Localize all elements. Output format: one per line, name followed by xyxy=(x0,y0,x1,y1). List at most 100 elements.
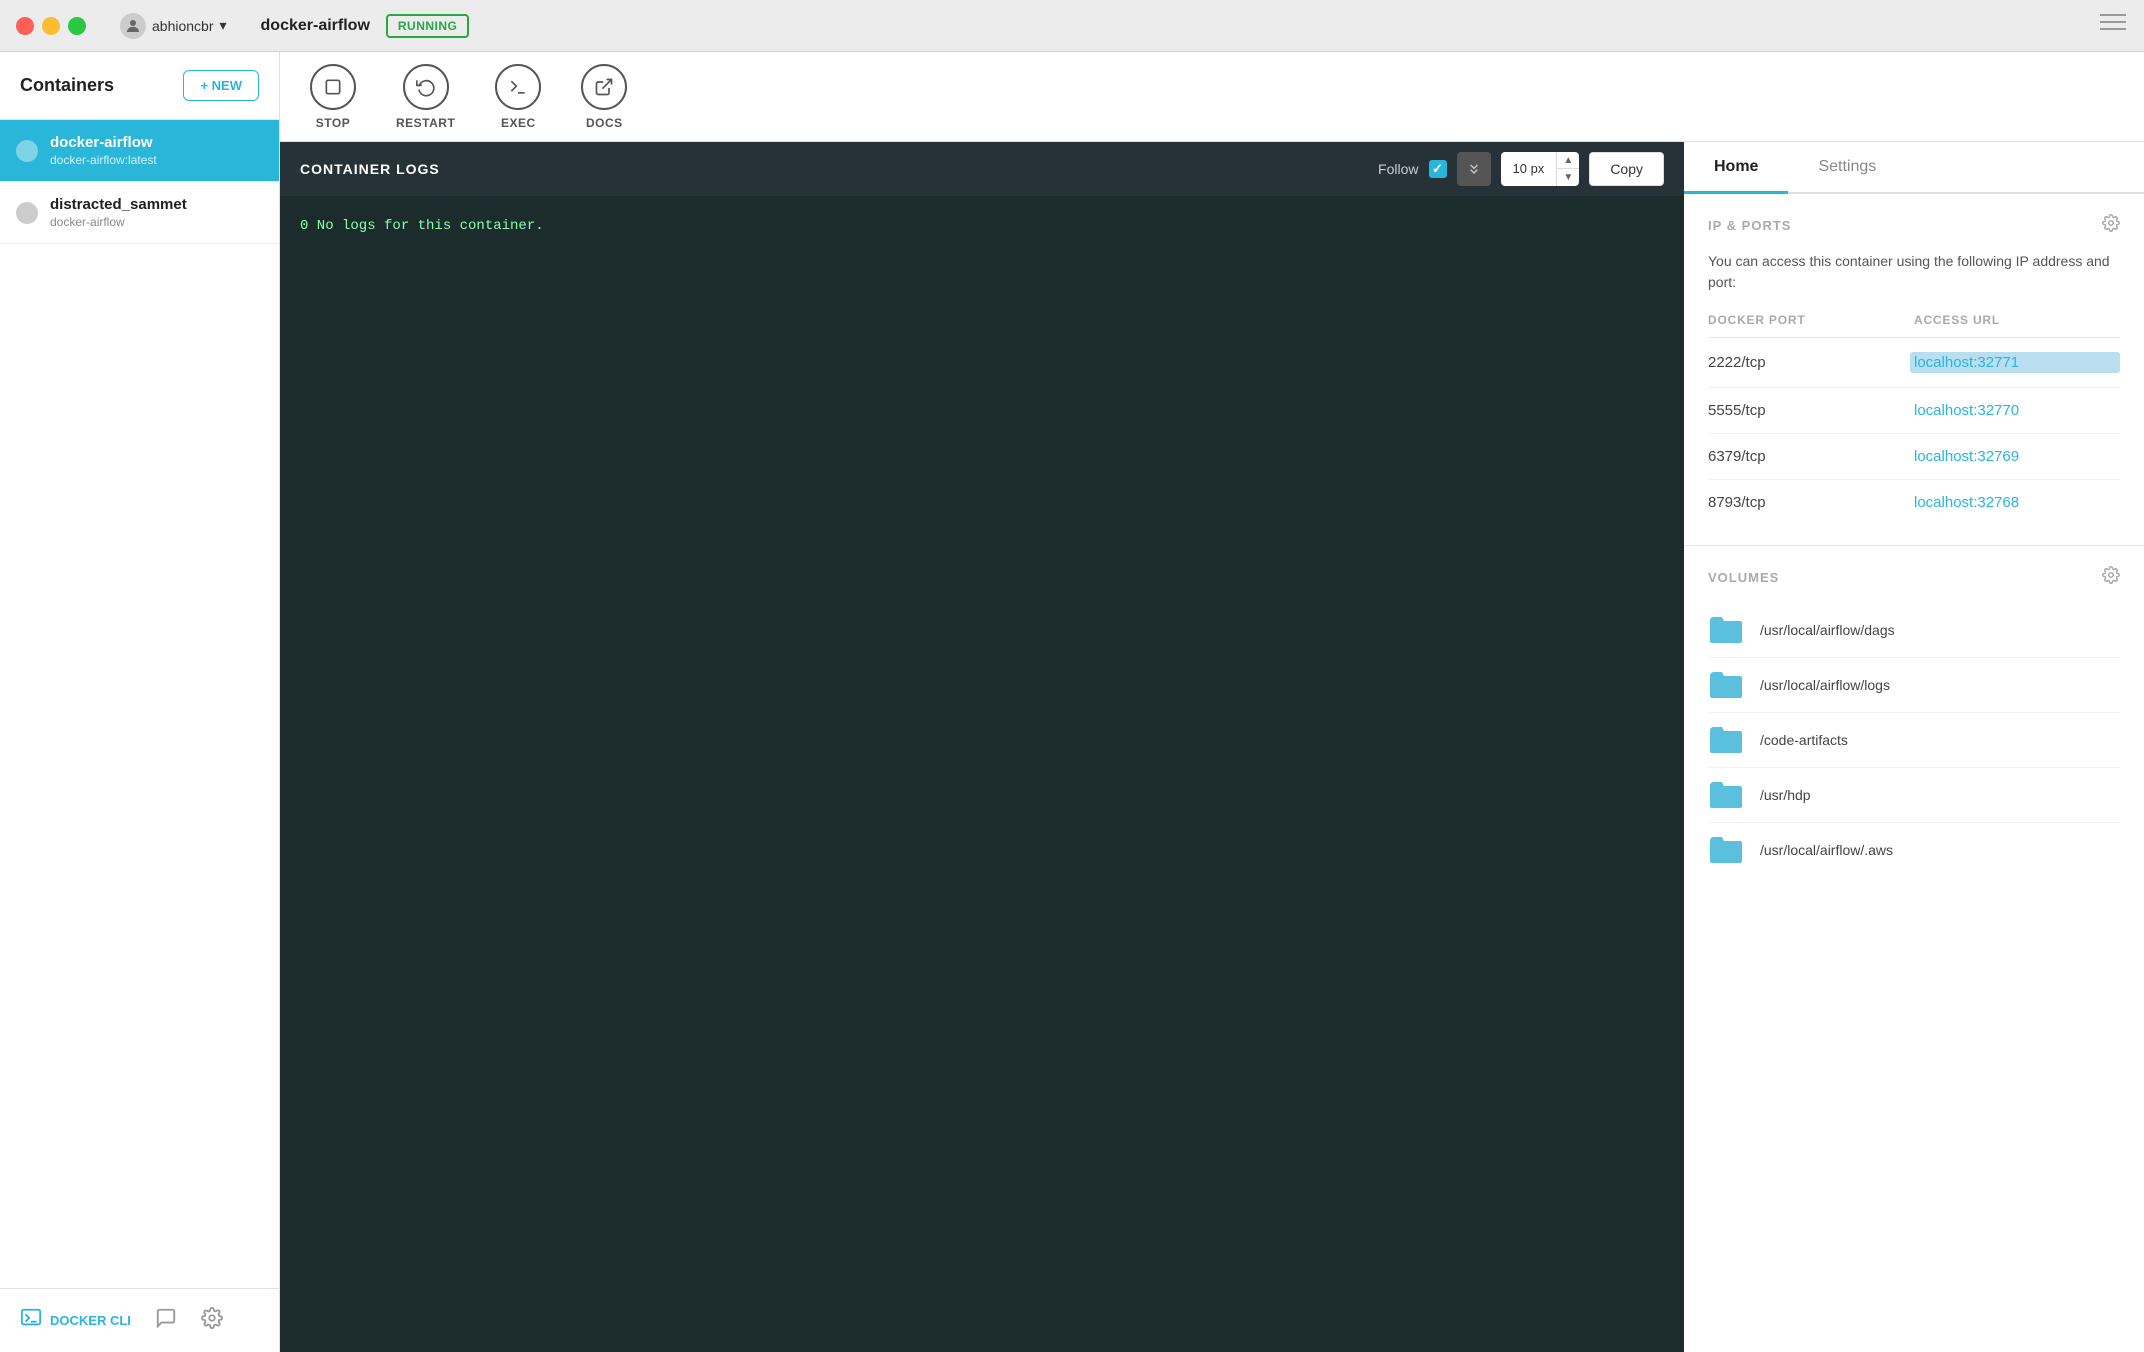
volume-path: /usr/local/airflow/dags xyxy=(1760,622,1895,638)
restart-label: RESTART xyxy=(396,116,455,130)
docs-label: DOCS xyxy=(586,116,623,130)
access-url-2222[interactable]: localhost:32771 xyxy=(1910,352,2120,373)
main-content: STOP RESTART EXEC DOCS xyxy=(280,52,2144,1352)
copy-button[interactable]: Copy xyxy=(1589,152,1664,186)
px-control[interactable]: 10 px ▲ ▼ xyxy=(1501,152,1580,186)
ip-ports-header: IP & PORTS xyxy=(1708,214,2120,237)
docker-port-6379: 6379/tcp xyxy=(1708,448,1914,465)
logs-panel: CONTAINER LOGS Follow 10 px ▲ ▼ xyxy=(280,142,1684,1352)
stop-icon xyxy=(310,64,356,110)
port-row-8793: 8793/tcp localhost:32768 xyxy=(1708,480,2120,525)
sidebar-title: Containers xyxy=(20,75,114,96)
container-image: docker-airflow:latest xyxy=(50,153,157,167)
username: abhioncbr xyxy=(152,18,214,34)
content-area: CONTAINER LOGS Follow 10 px ▲ ▼ xyxy=(280,142,2144,1352)
docker-port-8793: 8793/tcp xyxy=(1708,494,1914,511)
docker-cli-button[interactable]: DOCKER CLI xyxy=(20,1307,131,1335)
tab-home[interactable]: Home xyxy=(1684,142,1788,194)
sidebar-footer: DOCKER CLI xyxy=(0,1288,279,1352)
port-row-2222: 2222/tcp localhost:32771 xyxy=(1708,338,2120,388)
ports-header: DOCKER PORT ACCESS URL xyxy=(1708,313,2120,338)
avatar xyxy=(120,13,146,39)
ip-ports-description: You can access this container using the … xyxy=(1708,251,2120,293)
folder-icon xyxy=(1708,780,1744,810)
minimize-button[interactable] xyxy=(42,17,60,35)
docker-port-5555: 5555/tcp xyxy=(1708,402,1914,419)
folder-icon xyxy=(1708,725,1744,755)
volume-path: /usr/hdp xyxy=(1760,787,1811,803)
new-container-button[interactable]: + NEW xyxy=(183,70,259,101)
container-image: docker-airflow xyxy=(50,215,187,229)
folder-icon xyxy=(1708,670,1744,700)
tab-settings[interactable]: Settings xyxy=(1788,142,1906,194)
folder-icon xyxy=(1708,835,1744,865)
follow-checkbox[interactable] xyxy=(1429,160,1447,178)
toolbar: STOP RESTART EXEC DOCS xyxy=(280,52,2144,142)
docs-button[interactable]: DOCS xyxy=(581,64,627,130)
close-button[interactable] xyxy=(16,17,34,35)
folder-icon xyxy=(1708,615,1744,645)
logs-controls: Follow 10 px ▲ ▼ Copy xyxy=(1378,152,1664,186)
access-url-header: ACCESS URL xyxy=(1914,313,2120,327)
stop-label: STOP xyxy=(316,116,350,130)
volume-path: /usr/local/airflow/.aws xyxy=(1760,842,1893,858)
user-area[interactable]: abhioncbr ▾ xyxy=(110,9,237,43)
access-url-6379[interactable]: localhost:32769 xyxy=(1914,448,2120,465)
volumes-header: VOLUMES xyxy=(1708,566,2120,589)
px-arrows: ▲ ▼ xyxy=(1556,152,1579,186)
volumes-gear-icon[interactable] xyxy=(2102,566,2120,589)
container-item-distracted-sammet[interactable]: distracted_sammet docker-airflow xyxy=(0,182,279,244)
access-url-5555[interactable]: localhost:32770 xyxy=(1914,402,2120,419)
logs-title: CONTAINER LOGS xyxy=(300,161,440,177)
volume-item-code-artifacts[interactable]: /code-artifacts xyxy=(1708,713,2120,768)
terminal-icon xyxy=(20,1307,42,1335)
docs-icon xyxy=(581,64,627,110)
window-controls xyxy=(16,17,86,35)
px-value: 10 px xyxy=(1501,152,1557,186)
restart-button[interactable]: RESTART xyxy=(396,64,455,130)
restart-icon xyxy=(403,64,449,110)
collapse-icon[interactable] xyxy=(2100,12,2128,40)
exec-label: EXEC xyxy=(501,116,536,130)
container-item-docker-airflow[interactable]: docker-airflow docker-airflow:latest xyxy=(0,120,279,182)
status-dot-active xyxy=(16,140,38,162)
exec-button[interactable]: EXEC xyxy=(495,64,541,130)
volume-item-hdp[interactable]: /usr/hdp xyxy=(1708,768,2120,823)
right-panel: Home Settings IP & PORTS You can access … xyxy=(1684,142,2144,1352)
ip-ports-section: IP & PORTS You can access this container… xyxy=(1684,194,2144,546)
volume-item-dags[interactable]: /usr/local/airflow/dags xyxy=(1708,603,2120,658)
docker-cli-label: DOCKER CLI xyxy=(50,1313,131,1328)
px-down-arrow[interactable]: ▼ xyxy=(1557,169,1579,186)
logs-body: 0 No logs for this container. xyxy=(280,196,1684,1352)
logs-toolbar: CONTAINER LOGS Follow 10 px ▲ ▼ xyxy=(280,142,1684,196)
log-content: 0 No logs for this container. xyxy=(300,218,544,234)
volume-item-logs[interactable]: /usr/local/airflow/logs xyxy=(1708,658,2120,713)
stop-button[interactable]: STOP xyxy=(310,64,356,130)
chat-icon[interactable] xyxy=(155,1307,177,1335)
right-tabs: Home Settings xyxy=(1684,142,2144,194)
title-bar: abhioncbr ▾ docker-airflow RUNNING xyxy=(0,0,2144,52)
container-list: docker-airflow docker-airflow:latest dis… xyxy=(0,120,279,1288)
follow-label: Follow xyxy=(1378,161,1418,177)
ip-ports-gear-icon[interactable] xyxy=(2102,214,2120,237)
container-name: distracted_sammet xyxy=(50,196,187,213)
maximize-button[interactable] xyxy=(68,17,86,35)
sidebar-header: Containers + NEW xyxy=(0,52,279,120)
scroll-down-button[interactable] xyxy=(1457,152,1491,186)
access-url-8793[interactable]: localhost:32768 xyxy=(1914,494,2120,511)
docker-port-header: DOCKER PORT xyxy=(1708,313,1914,327)
settings-icon[interactable] xyxy=(201,1307,223,1335)
volumes-section: VOLUMES /usr/local/airflow/dags xyxy=(1684,546,2144,897)
running-badge: RUNNING xyxy=(386,14,470,38)
app-body: Containers + NEW docker-airflow docker-a… xyxy=(0,52,2144,1352)
chevron-down-icon: ▾ xyxy=(220,17,227,34)
px-up-arrow[interactable]: ▲ xyxy=(1557,152,1579,169)
ports-table: DOCKER PORT ACCESS URL 2222/tcp localhos… xyxy=(1708,313,2120,525)
container-title: docker-airflow xyxy=(261,17,370,35)
exec-icon xyxy=(495,64,541,110)
volume-item-aws[interactable]: /usr/local/airflow/.aws xyxy=(1708,823,2120,877)
sidebar: Containers + NEW docker-airflow docker-a… xyxy=(0,52,280,1352)
volumes-title: VOLUMES xyxy=(1708,570,1779,585)
status-dot-inactive xyxy=(16,202,38,224)
docker-port-2222: 2222/tcp xyxy=(1708,354,1910,371)
